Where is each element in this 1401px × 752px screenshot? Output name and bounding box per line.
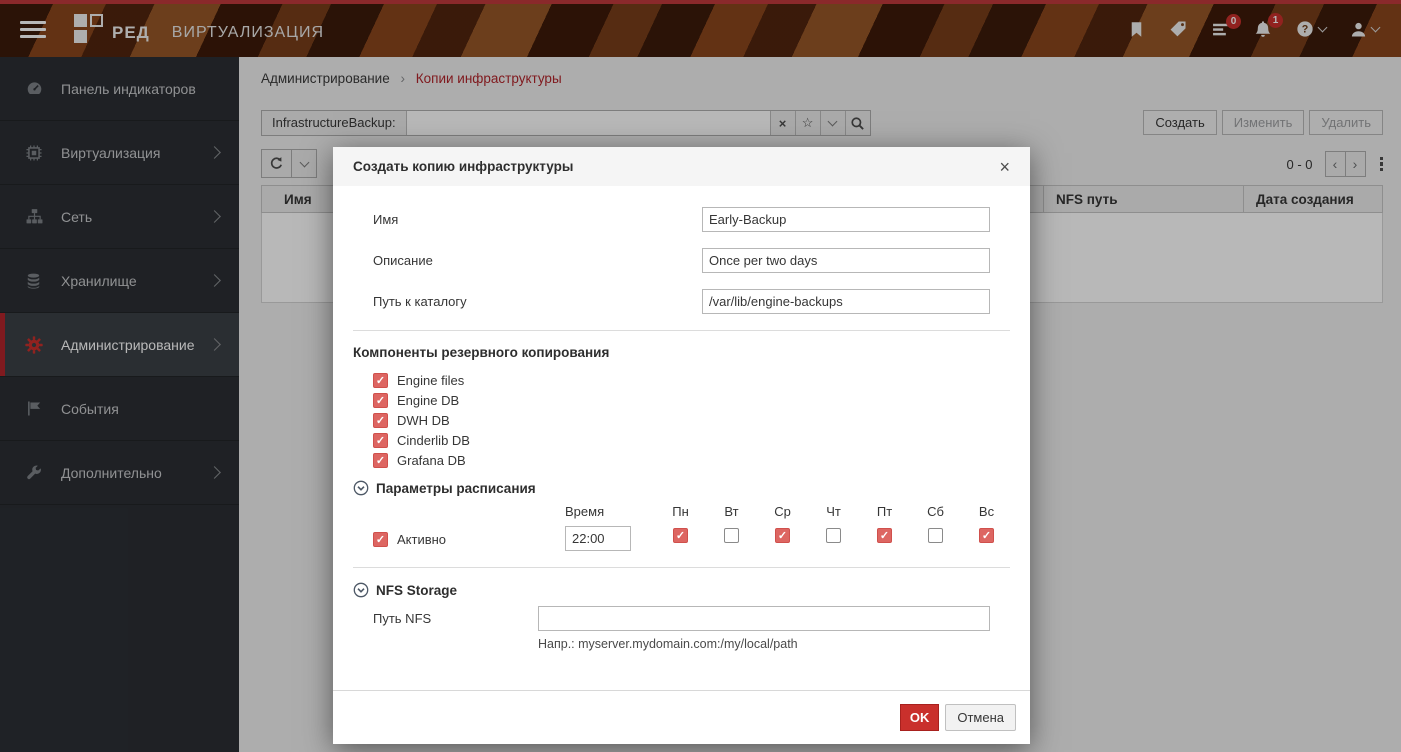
day-column-friday: Пт — [859, 504, 910, 551]
application-window: РЕД ВИРТУАЛИЗАЦИЯ 0 1 ? — [0, 0, 1401, 752]
collapse-chevron-icon[interactable] — [353, 582, 369, 598]
nfs-path-row: Путь NFS Напр.: myserver.mydomain.com:/m… — [373, 606, 1010, 651]
ok-button[interactable]: OK — [900, 704, 940, 731]
day-column-saturday: Сб — [910, 504, 961, 551]
grafana-db-checkbox[interactable] — [373, 453, 388, 468]
collapse-chevron-icon[interactable] — [353, 480, 369, 496]
engine-files-checkbox[interactable] — [373, 373, 388, 388]
nfs-path-hint: Напр.: myserver.mydomain.com:/my/local/p… — [538, 637, 990, 651]
modal-footer: OK Отмена — [333, 690, 1030, 744]
component-checkbox-row: Grafana DB — [373, 453, 1010, 468]
day-column-sunday: Вс — [961, 504, 1012, 551]
section-divider — [353, 330, 1010, 331]
section-divider — [353, 567, 1010, 568]
directory-path-input[interactable] — [702, 289, 990, 314]
checkbox-label: DWH DB — [397, 413, 450, 428]
checkbox-label: Engine files — [397, 373, 464, 388]
schedule-row: Активно Время Пн Вт Ср — [373, 504, 1010, 551]
cinderlib-db-checkbox[interactable] — [373, 433, 388, 448]
day-label: Пн — [655, 504, 706, 519]
nfs-section-title: NFS Storage — [376, 583, 457, 598]
directory-path-field-row: Путь к каталогу — [373, 289, 1010, 314]
description-input[interactable] — [702, 248, 990, 273]
component-checkbox-row: Cinderlib DB — [373, 433, 1010, 448]
day-label: Вс — [961, 504, 1012, 519]
day-column-wednesday: Ср — [757, 504, 808, 551]
nfs-path-label: Путь NFS — [373, 606, 538, 651]
day-column-tuesday: Вт — [706, 504, 757, 551]
day-label: Вт — [706, 504, 757, 519]
day-label: Сб — [910, 504, 961, 519]
day-label: Ср — [757, 504, 808, 519]
components-section-title: Компоненты резервного копирования — [353, 345, 1010, 360]
description-field-row: Описание — [373, 248, 1010, 273]
saturday-checkbox[interactable] — [928, 528, 943, 543]
nfs-section-header[interactable]: NFS Storage — [353, 582, 1010, 598]
checkbox-label: Engine DB — [397, 393, 459, 408]
day-label: Пт — [859, 504, 910, 519]
directory-path-label: Путь к каталогу — [373, 294, 702, 309]
thursday-checkbox[interactable] — [826, 528, 841, 543]
day-column-monday: Пн — [655, 504, 706, 551]
wednesday-checkbox[interactable] — [775, 528, 790, 543]
create-backup-modal: Создать копию инфраструктуры × Имя Описа… — [333, 147, 1030, 744]
schedule-section-title: Параметры расписания — [376, 481, 536, 496]
time-input[interactable] — [565, 526, 631, 551]
time-label: Время — [565, 504, 655, 519]
component-checkbox-row: DWH DB — [373, 413, 1010, 428]
name-label: Имя — [373, 212, 702, 227]
component-checkbox-row: Engine files — [373, 373, 1010, 388]
name-field-row: Имя — [373, 207, 1010, 232]
tuesday-checkbox[interactable] — [724, 528, 739, 543]
modal-body: Имя Описание Путь к каталогу Компоненты … — [333, 186, 1030, 690]
schedule-active-label: Активно — [397, 532, 446, 547]
engine-db-checkbox[interactable] — [373, 393, 388, 408]
sunday-checkbox[interactable] — [979, 528, 994, 543]
checkbox-label: Grafana DB — [397, 453, 466, 468]
dwh-db-checkbox[interactable] — [373, 413, 388, 428]
schedule-active-checkbox[interactable] — [373, 532, 388, 547]
day-column-thursday: Чт — [808, 504, 859, 551]
checkbox-label: Cinderlib DB — [397, 433, 470, 448]
monday-checkbox[interactable] — [673, 528, 688, 543]
cancel-button[interactable]: Отмена — [945, 704, 1016, 731]
nfs-path-input[interactable] — [538, 606, 990, 631]
close-icon[interactable]: × — [999, 158, 1010, 176]
schedule-section-header[interactable]: Параметры расписания — [353, 480, 1010, 496]
friday-checkbox[interactable] — [877, 528, 892, 543]
description-label: Описание — [373, 253, 702, 268]
modal-title: Создать копию инфраструктуры — [353, 159, 573, 174]
name-input[interactable] — [702, 207, 990, 232]
component-checkbox-row: Engine DB — [373, 393, 1010, 408]
day-label: Чт — [808, 504, 859, 519]
modal-header: Создать копию инфраструктуры × — [333, 147, 1030, 186]
